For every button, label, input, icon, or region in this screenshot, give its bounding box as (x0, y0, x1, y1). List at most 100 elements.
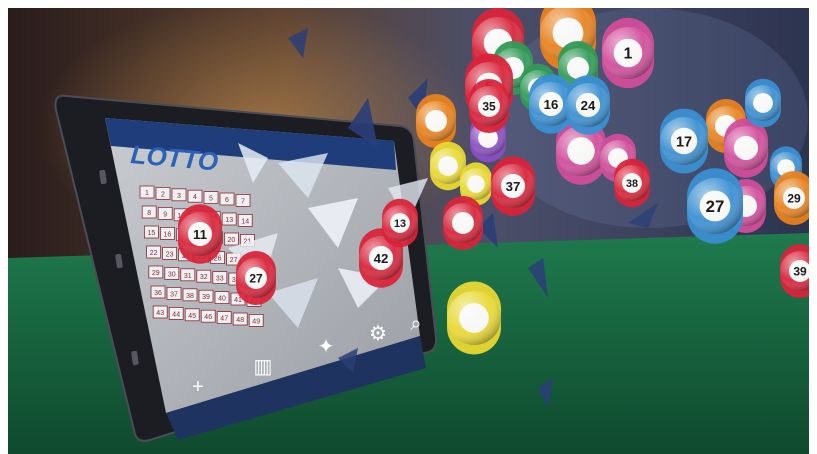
grid-cell[interactable]: 36 (150, 285, 166, 299)
grid-cell[interactable]: 7 (235, 193, 251, 207)
ball-number: 29 (787, 191, 801, 205)
ball-number: 16 (544, 97, 559, 112)
grid-cell[interactable]: 39 (198, 289, 214, 303)
ball-number: 1 (624, 46, 633, 63)
grid-cell[interactable]: 48 (232, 312, 248, 326)
search-icon[interactable]: ⌕ (410, 313, 421, 335)
wand-icon[interactable]: ✦ (318, 336, 335, 358)
ball-number: 24 (581, 98, 596, 113)
grid-number: 37 (170, 291, 178, 298)
grid-number: 22 (150, 250, 158, 257)
grid-cell[interactable]: 3 (171, 188, 187, 202)
lottery-ball (416, 94, 456, 148)
ball-number: 11 (193, 227, 207, 242)
grid-cell[interactable]: 49 (248, 313, 264, 327)
lottery-ball: 11 (178, 204, 222, 264)
grid-number: 1 (145, 190, 149, 197)
grid-cell[interactable]: 1 (139, 185, 155, 199)
grid-cell[interactable]: 29 (148, 265, 164, 279)
grid-cell[interactable]: 14 (237, 213, 253, 227)
grid-cell[interactable]: 43 (152, 305, 168, 319)
lottery-ball: 37 (491, 156, 535, 216)
grid-number: 40 (218, 296, 226, 303)
grid-number: 15 (148, 230, 156, 237)
grid-number: 16 (164, 231, 172, 238)
grid-number: 45 (188, 313, 196, 320)
grid-cell[interactable]: 6 (219, 192, 235, 206)
grid-cell[interactable]: 16 (159, 226, 175, 240)
plus-icon[interactable]: + (192, 376, 204, 398)
grid-number: 9 (163, 211, 167, 218)
grid-number: 14 (241, 218, 249, 225)
grid-number: 20 (228, 237, 236, 244)
grid-cell[interactable]: 47 (216, 311, 232, 325)
grid-cell[interactable]: 30 (164, 266, 180, 280)
search-settings-icon[interactable]: ⚙ (369, 323, 387, 345)
grid-cell[interactable]: 22 (146, 245, 162, 259)
grid-number: 23 (166, 251, 174, 258)
grid-cell[interactable]: 9 (157, 206, 173, 220)
grid-number: 39 (202, 294, 210, 301)
lottery-ball: 35 (469, 79, 509, 133)
lottery-ball (443, 196, 483, 250)
grid-number: 8 (147, 210, 151, 217)
grid-number: 47 (220, 316, 228, 323)
grid-number: 30 (168, 271, 176, 278)
lottery-ball: 24 (566, 75, 610, 135)
lottery-ball: 17 (660, 108, 708, 174)
grid-number: 4 (193, 194, 197, 201)
ball-number: 13 (394, 218, 406, 230)
grid-cell[interactable]: 15 (143, 225, 159, 239)
lottery-ball (745, 78, 781, 128)
ball-number: 39 (793, 264, 807, 278)
grid-number: 32 (200, 274, 208, 281)
lottery-ball: 1 (602, 17, 654, 89)
grid-number: 41 (234, 297, 242, 304)
grid-cell[interactable]: 38 (182, 288, 198, 302)
grid-number: 36 (154, 290, 162, 297)
grid-cell[interactable]: 33 (212, 271, 228, 285)
grid-number: 38 (186, 293, 194, 300)
lottery-ball: 13 (382, 198, 418, 248)
lottery-ball: 39 (780, 244, 809, 298)
grid-number: 49 (252, 318, 260, 325)
grid-number: 48 (236, 317, 244, 324)
grid-cell[interactable]: 4 (187, 189, 203, 203)
lottery-ball: 38 (614, 158, 650, 208)
ball-number: 37 (506, 179, 521, 194)
grid-cell[interactable]: 45 (184, 308, 200, 322)
lottery-ball (447, 281, 501, 355)
chart-icon[interactable]: ▥ (254, 356, 273, 378)
grid-cell[interactable]: 44 (168, 306, 184, 320)
grid-cell[interactable]: 20 (223, 232, 239, 246)
ball-number: 42 (374, 251, 389, 266)
grid-cell[interactable]: 40 (214, 291, 230, 305)
grid-cell[interactable]: 31 (180, 268, 196, 282)
grid-number: 6 (225, 197, 229, 204)
grid-cell[interactable]: 5 (203, 191, 219, 205)
lottery-ball: 27 (687, 168, 743, 244)
grid-cell[interactable]: 2 (155, 186, 171, 200)
grid-cell[interactable]: 23 (162, 246, 178, 260)
ball-number: 35 (482, 99, 496, 113)
grid-number: 44 (172, 311, 180, 318)
grid-number: 29 (152, 270, 160, 277)
grid-number: 5 (209, 196, 213, 203)
grid-number: 46 (204, 314, 212, 321)
grid-number: 7 (241, 198, 245, 205)
grid-number: 31 (184, 273, 192, 280)
lottery-ball: 27 (236, 251, 276, 305)
ball-number: 17 (676, 134, 692, 150)
grid-number: 27 (230, 257, 238, 264)
lotto-scene: LOTTO 1234567891011121314151617181920212… (8, 8, 809, 454)
grid-cell[interactable]: 32 (196, 269, 212, 283)
grid-cell[interactable]: 46 (200, 309, 216, 323)
ball-number: 27 (249, 271, 263, 285)
grid-cell[interactable]: 37 (166, 286, 182, 300)
grid-number: 2 (161, 191, 165, 198)
grid-cell[interactable]: 8 (141, 205, 157, 219)
grid-number: 33 (216, 276, 224, 283)
grid-cell[interactable]: 13 (221, 212, 237, 226)
grid-number: 43 (156, 310, 164, 317)
ball-number: 38 (626, 178, 638, 190)
